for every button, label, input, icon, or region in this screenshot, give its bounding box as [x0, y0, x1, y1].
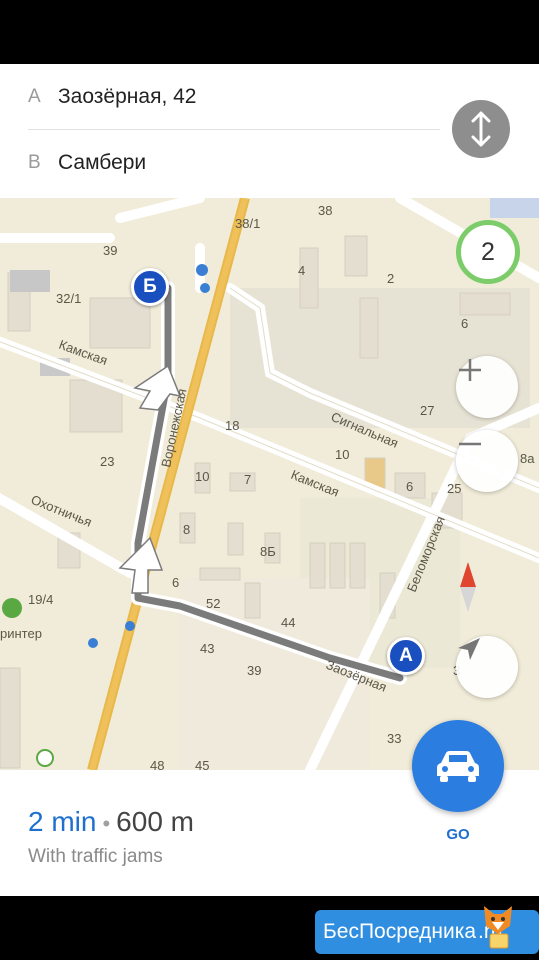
point-a-address: Заозёрная, 42 [58, 84, 197, 108]
svg-text:38: 38 [318, 203, 332, 218]
compass-icon [460, 562, 476, 612]
route-point-a[interactable]: A Заозёрная, 42 [28, 64, 440, 130]
zoom-in-button[interactable] [456, 356, 518, 418]
svg-text:39: 39 [103, 243, 117, 258]
svg-text:48: 48 [150, 758, 164, 770]
location-arrow-icon [458, 638, 480, 660]
locate-me-button[interactable] [456, 636, 518, 698]
svg-text:27: 27 [420, 403, 434, 418]
point-b-letter: B [28, 152, 41, 173]
route-panel: A Заозёрная, 42 B Самбери [0, 64, 539, 198]
svg-text:8а: 8а [520, 451, 535, 466]
svg-text:4: 4 [298, 263, 305, 278]
map-canvas: Камская Сигнальная Камская Охотничья Вор… [0, 198, 539, 770]
travel-distance: 600 m [116, 806, 194, 837]
route-summary-line: 2 min • 600 m [28, 806, 194, 838]
go-button[interactable] [412, 720, 504, 812]
svg-text:8: 8 [183, 522, 190, 537]
point-a-letter: A [28, 85, 41, 107]
go-label[interactable]: GO [412, 826, 504, 843]
traffic-level-indicator[interactable]: 2 [456, 220, 520, 284]
point-b-address: Самбери [58, 151, 147, 174]
svg-text:38/1: 38/1 [235, 216, 260, 231]
plus-icon [459, 359, 481, 381]
svg-text:45: 45 [195, 758, 209, 770]
svg-text:6: 6 [461, 316, 468, 331]
route-start-marker[interactable]: A [387, 637, 425, 675]
svg-text:44: 44 [281, 615, 295, 630]
svg-text:52: 52 [206, 596, 220, 611]
svg-text:32/1: 32/1 [56, 291, 81, 306]
svg-text:23: 23 [100, 454, 114, 469]
route-end-marker[interactable]: Б [131, 268, 169, 306]
svg-text:43: 43 [200, 641, 214, 656]
swap-route-button[interactable] [452, 100, 510, 158]
car-icon [437, 751, 479, 782]
svg-text:2: 2 [387, 271, 394, 286]
zoom-out-button[interactable] [456, 430, 518, 492]
svg-text:7: 7 [244, 472, 251, 487]
minus-icon [459, 442, 481, 446]
swap-vertical-icon [471, 111, 491, 147]
svg-text:6: 6 [172, 575, 179, 590]
map-view[interactable]: Камская Сигнальная Камская Охотничья Вор… [0, 198, 539, 770]
compass-button[interactable] [456, 562, 518, 624]
svg-text:39: 39 [247, 663, 261, 678]
svg-text:6: 6 [406, 479, 413, 494]
svg-text:19/4: 19/4 [28, 592, 53, 607]
svg-text:10: 10 [335, 447, 349, 462]
svg-text:8Б: 8Б [260, 544, 276, 559]
svg-text:33: 33 [387, 731, 401, 746]
separator-dot: • [102, 811, 111, 836]
watermark-text: БесПосредника [323, 920, 477, 943]
status-bar [0, 0, 539, 64]
svg-text:18: 18 [225, 418, 239, 433]
svg-text:25: 25 [447, 481, 461, 496]
svg-text:ринтер: ринтер [0, 626, 42, 641]
travel-time: 2 min [28, 806, 97, 837]
fox-mascot-icon [484, 906, 512, 949]
route-point-b[interactable]: B Самбери [28, 130, 440, 196]
traffic-note: With traffic jams [28, 846, 163, 867]
svg-text:10: 10 [195, 469, 209, 484]
